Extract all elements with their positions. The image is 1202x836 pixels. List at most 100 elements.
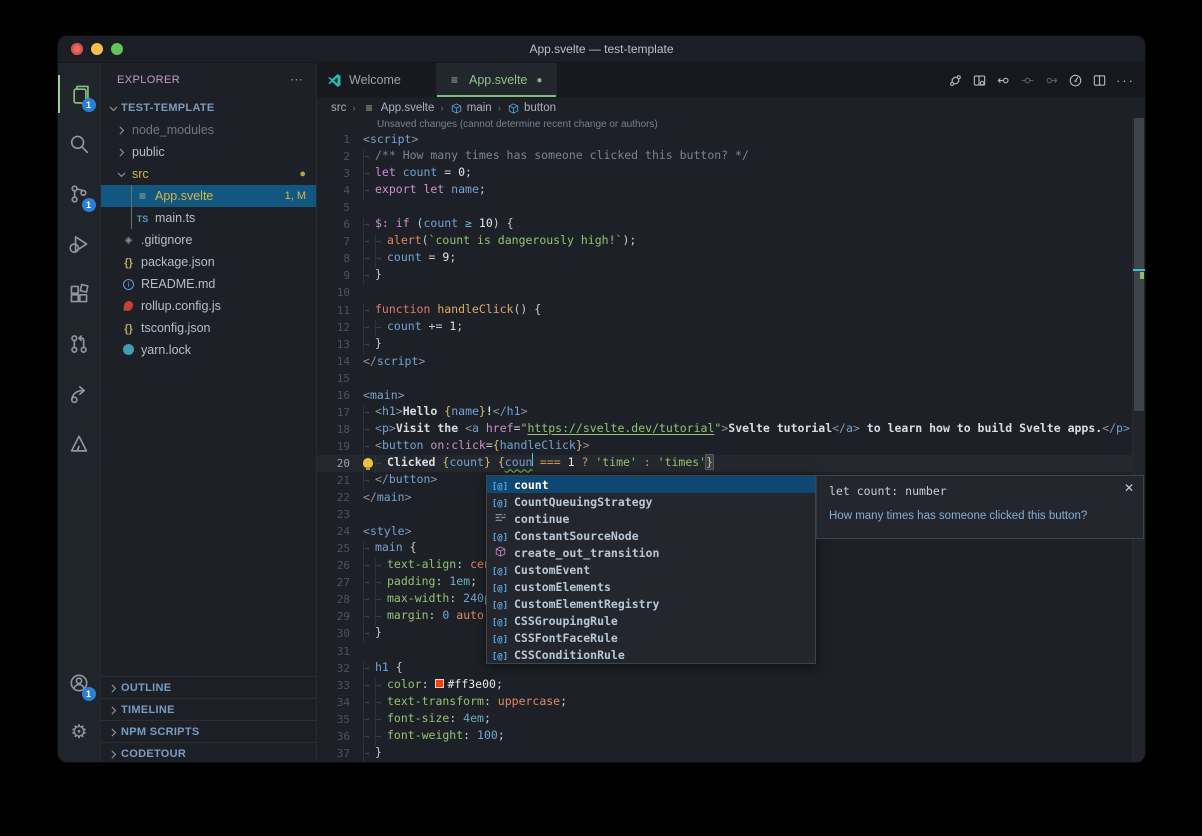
more-actions-icon[interactable]: ⋯ [290,72,304,88]
go-to-location-icon[interactable] [1020,73,1035,88]
editor-scrollbar[interactable] [1132,118,1145,763]
tree-item-public[interactable]: public [101,141,316,163]
suggest-item-cssgroupingrule[interactable]: [@]CSSGroupingRule [487,612,815,629]
vscode-logo-icon [327,73,342,88]
code-line-12[interactable]: 12→→count += 1; [317,319,1132,336]
breadcrumb-item-app-svelte[interactable]: ≡App.svelte [362,101,435,115]
suggest-item-continue[interactable]: continue [487,510,815,527]
indent-guide [131,207,132,229]
code-line-4[interactable]: 4→export let name; [317,182,1132,199]
activity-item-run-debug[interactable] [58,219,101,269]
suggest-item-create_out_transition[interactable]: create_out_transition [487,544,815,561]
tree-item-node-modules[interactable]: node_modules [101,119,316,141]
minimize-window-button[interactable] [91,43,103,55]
more-actions-icon[interactable]: ··· [1116,73,1135,88]
line-number: 18 [317,423,363,436]
tree-item-app-svelte[interactable]: ≡App.svelte1, M [101,185,316,207]
activity-item-pull-request[interactable] [58,319,101,369]
split-editor-icon[interactable] [1092,73,1107,88]
workspace-root[interactable]: TEST-TEMPLATE [101,97,316,119]
code-line-18[interactable]: 18→<p>Visit the <a href="https://svelte.… [317,421,1132,438]
titlebar[interactable]: App.svelte — test-template [58,36,1145,63]
line-number: 17 [317,406,363,419]
go-back-icon[interactable] [996,73,1011,88]
tree-item-tsconfig-json[interactable]: {}tsconfig.json [101,317,316,339]
line-number: 4 [317,184,363,197]
breadcrumb-item-src[interactable]: src [331,102,346,114]
tree-item--gitignore[interactable]: ◈.gitignore [101,229,316,251]
code-editor[interactable]: Unsaved changes (cannot determine recent… [317,118,1145,763]
suggest-item-customelements[interactable]: [@]customElements [487,578,815,595]
tree-item-package-json[interactable]: {}package.json [101,251,316,273]
activity-item-settings[interactable]: ⚙ [58,708,101,758]
compare-changes-icon[interactable] [948,73,963,88]
section-timeline[interactable]: TIMELINE [101,698,316,720]
activity-item-explorer[interactable]: 1 [58,69,101,119]
code-line-1[interactable]: 1<script> [317,131,1132,148]
code-line-6[interactable]: 6→$: if (count ≥ 10) { [317,216,1132,233]
suggest-item-customelementregistry[interactable]: [@]CustomElementRegistry [487,595,815,612]
breadcrumb-item-button[interactable]: button [507,102,556,115]
suggest-item-count[interactable]: [@]count [487,476,815,493]
indent-guide [131,185,132,207]
code-line-10[interactable]: 10 [317,284,1132,301]
symbol-variable-icon: [@] [491,478,509,492]
code-line-36[interactable]: 36→→font-weight: 100; [317,728,1132,745]
activity-item-accounts[interactable]: 1 [58,658,101,708]
suggest-item-cssconditionrule[interactable]: [@]CSSConditionRule [487,646,815,663]
activity-item-live-share[interactable] [58,369,101,419]
suggest-item-customevent[interactable]: [@]CustomEvent [487,561,815,578]
code-line-13[interactable]: 13→} [317,336,1132,353]
symbol-variable-icon: [@] [491,614,509,628]
symbol-variable-icon: [@] [491,648,509,662]
code-line-34[interactable]: 34→→text-transform: uppercase; [317,694,1132,711]
go-forward-icon[interactable] [1044,73,1059,88]
code-line-14[interactable]: 14</script> [317,353,1132,370]
suggest-item-cssfontfacerule[interactable]: [@]CSSFontFaceRule [487,629,815,646]
tree-item-yarn-lock[interactable]: yarn.lock [101,339,316,361]
sidebar-header: EXPLORER ⋯ [101,63,316,97]
code-line-15[interactable]: 15 [317,370,1132,387]
overview-git-mark [1140,272,1144,279]
code-line-17[interactable]: 17→<h1>Hello {name}!</h1> [317,404,1132,421]
code-line-19[interactable]: 19→<button on:click={handleClick}> [317,438,1132,455]
zoom-window-button[interactable] [111,43,123,55]
section-codetour[interactable]: CODETOUR [101,742,316,763]
activity-item-extensions[interactable] [58,269,101,319]
code-line-11[interactable]: 11→function handleClick() { [317,302,1132,319]
suggest-item-constantsourcenode[interactable]: [@]ConstantSourceNode [487,527,815,544]
code-line-9[interactable]: 9→} [317,267,1132,284]
tree-item-main-ts[interactable]: TSmain.ts [101,207,316,229]
run-with-profile-icon[interactable] [1068,73,1083,88]
code-line-16[interactable]: 16<main> [317,387,1132,404]
suggest-item-countqueuingstrategy[interactable]: [@]CountQueuingStrategy [487,493,815,510]
activity-item-azure[interactable] [58,419,101,469]
code-line-2[interactable]: 2→/** How many times has someone clicked… [317,148,1132,165]
tree-item-src[interactable]: src● [101,163,316,185]
code-line-7[interactable]: 7→→alert(`count is dangerously high!`); [317,233,1132,250]
activity-item-source-control[interactable]: 1 [58,169,101,219]
activity-item-search[interactable] [58,119,101,169]
open-preview-icon[interactable] [972,73,987,88]
section-label: OUTLINE [121,682,171,694]
code-line-3[interactable]: 3→let count = 0; [317,165,1132,182]
tree-item-label: rollup.config.js [141,299,221,313]
code-line-5[interactable]: 5 [317,199,1132,216]
vscode-window: App.svelte — test-template 11 1⚙ EXPLORE… [57,35,1146,763]
section-outline[interactable]: OUTLINE [101,676,316,698]
close-window-button[interactable] [71,43,83,55]
close-icon[interactable]: ✕ [1124,481,1134,495]
scrollbar-slider[interactable] [1134,118,1144,411]
code-line-20[interactable]: 20→→Clicked {count} {coun === 1 ? 'time'… [317,455,1132,472]
code-line-8[interactable]: 8→→count = 9; [317,250,1132,267]
section-npm-scripts[interactable]: NPM SCRIPTS [101,720,316,742]
tree-item-readme-md[interactable]: iREADME.md [101,273,316,295]
code-line-33[interactable]: 33→→color: #ff3e00; [317,677,1132,694]
breadcrumb-item-main[interactable]: main [450,102,492,115]
code-line-35[interactable]: 35→→font-size: 4em; [317,711,1132,728]
tree-item-rollup-config-js[interactable]: rollup.config.js [101,295,316,317]
code-line-37[interactable]: 37→} [317,745,1132,762]
lightbulb-icon[interactable] [363,458,373,468]
tab-welcome[interactable]: Welcome [317,63,437,97]
tab-app-svelte[interactable]: ≡App.svelte● [437,63,557,97]
